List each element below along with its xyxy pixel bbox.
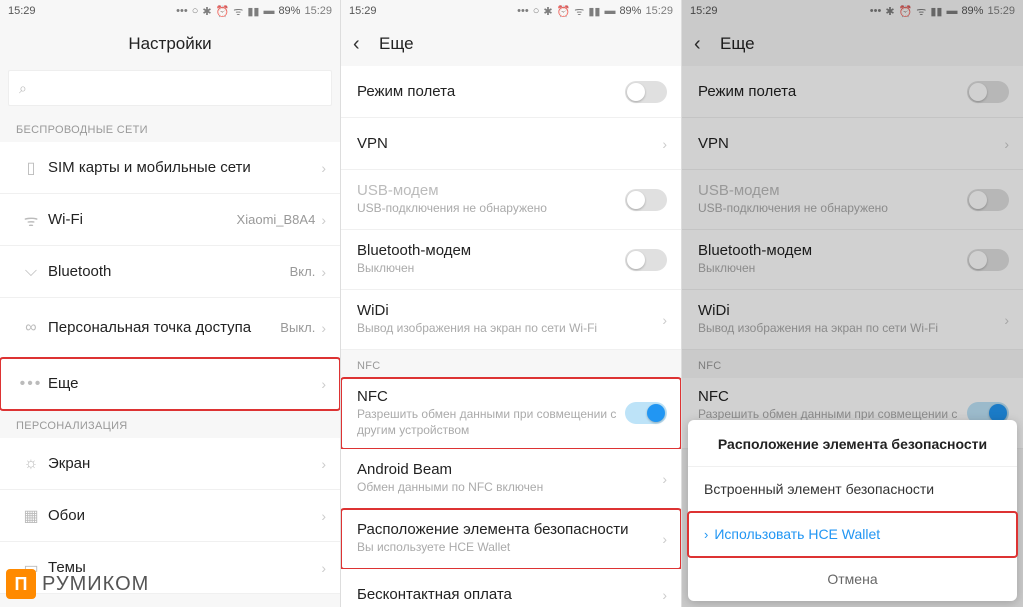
row-wifi[interactable]: ᯤ Wi-Fi Xiaomi_B8A4 › [0, 194, 340, 246]
sim-icon: ▯ [27, 158, 36, 178]
chevron-right-icon: › [321, 212, 326, 228]
chevron-right-icon: › [321, 456, 326, 472]
section-personalization: ПЕРСОНАЛИЗАЦИЯ [0, 410, 340, 438]
row-screen[interactable]: ☼ Экран › [0, 438, 340, 490]
row-bluetooth[interactable]: ⌵ Bluetooth Вкл. › [0, 246, 340, 298]
section-nfc: NFC [341, 350, 681, 378]
bluetooth-value: Вкл. [290, 264, 316, 279]
chevron-right-icon: › [662, 312, 667, 328]
row-widi[interactable]: WiDi Вывод изображения на экран по сети … [341, 290, 681, 350]
section-wireless: БЕСПРОВОДНЫЕ СЕТИ [0, 114, 340, 142]
row-more[interactable]: ••• Еще › [0, 358, 340, 410]
chevron-right-icon: › [321, 376, 326, 392]
row-security-element-location[interactable]: Расположение элемента безопасности Вы ис… [341, 509, 681, 569]
header: Настройки [0, 22, 340, 66]
row-contactless-payment[interactable]: Бесконтактная оплата › [341, 569, 681, 607]
status-icons: •••○✱⏰ᯤ▮▮ ▬89% 15:29 [176, 4, 332, 19]
row-vpn[interactable]: VPN › [341, 118, 681, 170]
phone-3-dialog: 15:29 •••✱⏰ᯤ▮▮ ▬89% 15:29 ‹ Еще Режим по… [682, 0, 1023, 607]
sheet-option-hce-wallet[interactable]: › Использовать HCE Wallet [688, 512, 1017, 557]
chevron-right-icon: › [321, 508, 326, 524]
page-title: Настройки [128, 34, 211, 54]
wifi-value: Xiaomi_B8A4 [237, 212, 316, 227]
chevron-right-icon: › [662, 587, 667, 603]
hotspot-value: Выкл. [280, 320, 315, 335]
status-time: 15:29 [349, 5, 377, 17]
sheet-title: Расположение элемента безопасности [688, 420, 1017, 467]
chevron-right-icon: › [321, 160, 326, 176]
row-airplane[interactable]: Режим полета [341, 66, 681, 118]
header: ‹ Еще [341, 22, 681, 66]
row-wallpaper[interactable]: ▦ Обои › [0, 490, 340, 542]
chevron-right-icon: › [321, 264, 326, 280]
search-icon: ⌕ [19, 80, 27, 97]
row-nfc[interactable]: NFC Разрешить обмен данными при совмещен… [341, 378, 681, 449]
wifi-icon: ᯤ [24, 209, 39, 231]
logo-icon: П [6, 569, 36, 599]
status-icons: •••○✱⏰ᯤ▮▮ ▬89% 15:29 [517, 4, 673, 19]
row-usb-modem: USB-модем USB-подключения не обнаружено [341, 170, 681, 230]
row-bt-modem[interactable]: Bluetooth-модем Выключен [341, 230, 681, 290]
usb-toggle [625, 189, 667, 211]
status-bar: 15:29 •••○✱⏰ᯤ▮▮ ▬89% 15:29 [0, 0, 340, 22]
watermark: П РУМИКОМ [6, 569, 149, 599]
nfc-toggle[interactable] [625, 402, 667, 424]
phone-1-settings: 15:29 •••○✱⏰ᯤ▮▮ ▬89% 15:29 Настройки ⌕ Б… [0, 0, 341, 607]
status-time: 15:29 [8, 5, 36, 17]
row-sim[interactable]: ▯ SIM карты и мобильные сети › [0, 142, 340, 194]
image-icon: ▦ [23, 506, 38, 526]
page-title: Еще [379, 34, 414, 54]
chevron-right-icon: › [704, 527, 708, 542]
row-android-beam[interactable]: Android Beam Обмен данными по NFC включе… [341, 449, 681, 509]
more-icon: ••• [20, 375, 43, 393]
bluetooth-icon: ⌵ [25, 263, 37, 281]
action-sheet: Расположение элемента безопасности Встро… [688, 420, 1017, 601]
sheet-option-builtin[interactable]: Встроенный элемент безопасности [688, 467, 1017, 512]
chevron-right-icon: › [321, 560, 326, 576]
watermark-text: РУМИКОМ [42, 573, 149, 596]
search-input[interactable]: ⌕ [8, 70, 332, 106]
back-button[interactable]: ‹ [353, 33, 379, 56]
btmodem-toggle[interactable] [625, 249, 667, 271]
sun-icon: ☼ [24, 455, 39, 473]
chevron-right-icon: › [662, 471, 667, 487]
chevron-right-icon: › [662, 136, 667, 152]
chevron-right-icon: › [662, 531, 667, 547]
status-bar: 15:29 •••○✱⏰ᯤ▮▮ ▬89% 15:29 [341, 0, 681, 22]
phone-2-more: 15:29 •••○✱⏰ᯤ▮▮ ▬89% 15:29 ‹ Еще Режим п… [341, 0, 682, 607]
sheet-cancel-button[interactable]: Отмена [688, 557, 1017, 601]
hotspot-icon: ∞ [25, 319, 36, 337]
chevron-right-icon: › [321, 320, 326, 336]
airplane-toggle[interactable] [625, 81, 667, 103]
row-hotspot[interactable]: ∞ Персональная точка доступа Выкл. › [0, 298, 340, 358]
